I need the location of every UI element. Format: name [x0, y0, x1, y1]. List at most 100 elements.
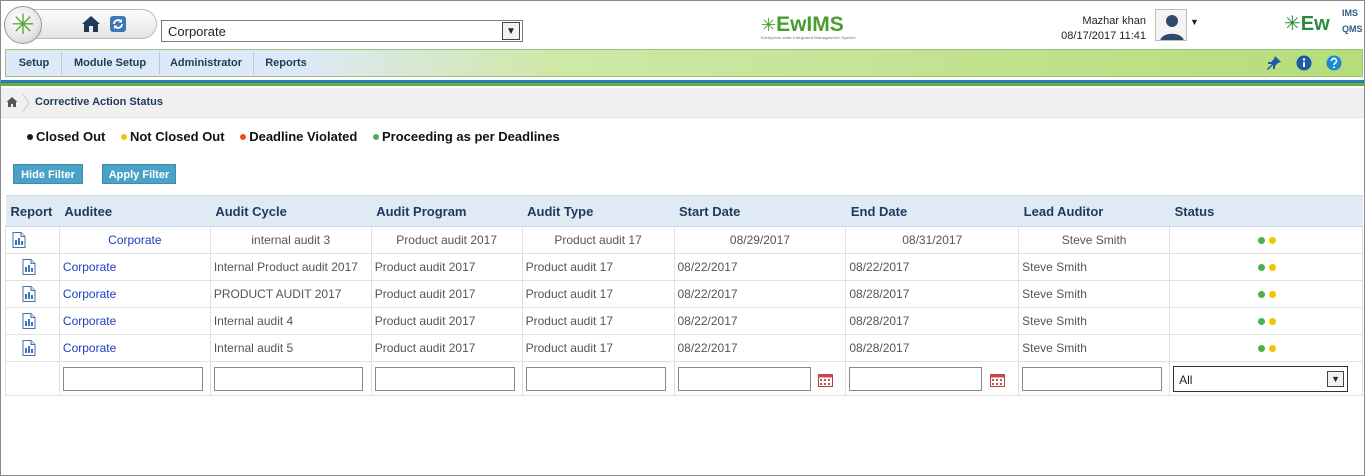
menu-icons	[1266, 55, 1346, 73]
status-cell	[1169, 226, 1363, 254]
app-logo[interactable]: ✳	[4, 6, 42, 44]
start-date-cell: 08/22/2017	[673, 334, 847, 362]
menu-item-administrator[interactable]: Administrator	[162, 50, 250, 76]
audit-program-filter-input[interactable]	[374, 366, 515, 391]
legend-dot-not-closed	[120, 133, 127, 140]
user-silhouette-icon	[1160, 15, 1184, 40]
pin-icon[interactable]	[1266, 55, 1282, 71]
status-dot-green	[1258, 237, 1265, 245]
start-date-calendar-icon[interactable]	[817, 373, 833, 387]
report-cell	[5, 280, 60, 308]
status-dot-yellow	[1269, 345, 1276, 353]
audit-program-cell: Product audit 2017	[370, 334, 523, 362]
col-header-audit-program[interactable]: Audit Program	[371, 195, 523, 227]
filter-cell-auditee	[58, 361, 211, 396]
menu-separator	[61, 52, 62, 74]
status-dot-green	[1258, 318, 1265, 326]
col-header-start-date[interactable]: Start Date	[674, 195, 846, 227]
col-header-audit-type[interactable]: Audit Type	[522, 195, 674, 227]
info-icon[interactable]	[1296, 55, 1312, 71]
user-menu-caret-icon[interactable]: ▼	[1190, 17, 1199, 27]
hide-filter-button[interactable]: Hide Filter	[13, 164, 83, 184]
help-icon[interactable]	[1326, 55, 1342, 71]
logo-star-icon: ✳	[11, 9, 35, 40]
page: ✳ Corporate ▼ ✳EwIMS Enterprise-wide Int…	[0, 0, 1365, 476]
ewims-logo: ✳EwIMS Enterprise-wide Integrated Manage…	[761, 13, 856, 40]
auditee-cell[interactable]: Corporate	[58, 307, 211, 335]
start-date-filter-input[interactable]	[677, 366, 811, 391]
report-cell	[5, 334, 60, 362]
col-header-lead-auditor[interactable]: Lead Auditor	[1018, 195, 1170, 227]
menu-item-reports[interactable]: Reports	[256, 50, 316, 76]
report-icon[interactable]	[22, 286, 36, 302]
organization-select-value: Corporate	[168, 24, 226, 39]
audit-cycle-cell: internal audit 3	[209, 226, 372, 254]
menu-item-module-setup[interactable]: Module Setup	[64, 50, 156, 76]
legend-not-closed-out: Not Closed Out	[120, 129, 225, 144]
organization-select[interactable]: Corporate ▼	[161, 20, 523, 42]
legend-dot-violated	[240, 133, 247, 140]
col-header-auditee[interactable]: Auditee	[59, 195, 211, 227]
audit-cycle-filter-input[interactable]	[213, 366, 363, 391]
legend-proceeding: Proceeding as per Deadlines	[372, 129, 560, 144]
audit-program-cell: Product audit 2017	[370, 253, 523, 281]
menu-separator	[159, 52, 160, 74]
filter-cell-report	[5, 361, 60, 396]
end-date-calendar-icon[interactable]	[989, 373, 1005, 387]
user-name: Mazhar khan	[1082, 15, 1146, 27]
menu-item-setup[interactable]: Setup	[10, 50, 58, 76]
refresh-icon[interactable]	[109, 15, 127, 33]
brand-star-icon: ✳	[761, 15, 777, 35]
report-icon[interactable]	[22, 340, 36, 356]
ewqms-logo: ✳Ew IMS QMS	[1284, 8, 1363, 36]
auditee-cell[interactable]: Corporate	[58, 253, 211, 281]
status-dot-yellow	[1269, 318, 1276, 326]
breadcrumb-home-icon[interactable]	[6, 96, 18, 108]
legend-dot-proceeding	[372, 133, 379, 140]
header: ✳ Corporate ▼ ✳EwIMS Enterprise-wide Int…	[1, 1, 1364, 47]
chevron-down-icon[interactable]: ▼	[502, 22, 520, 40]
end-date-filter-input[interactable]	[849, 366, 983, 391]
report-icon[interactable]	[12, 232, 26, 248]
status-dot-green	[1258, 345, 1265, 353]
apply-filter-button[interactable]: Apply Filter	[102, 164, 176, 184]
auditee-filter-input[interactable]	[62, 366, 203, 391]
filter-cell-audit-type	[521, 361, 675, 396]
status-dot-green	[1258, 291, 1265, 299]
lead-auditor-cell: Steve Smith	[1018, 334, 1171, 362]
auditee-cell[interactable]: Corporate	[58, 280, 211, 308]
status-filter-select[interactable]: All ▼	[1173, 365, 1349, 392]
audit-type-filter-input[interactable]	[525, 366, 666, 391]
filter-cell-audit-program	[370, 361, 523, 396]
col-header-report[interactable]: Report	[5, 195, 60, 227]
report-cell	[5, 226, 60, 254]
status-cell	[1169, 334, 1363, 362]
chevron-down-icon[interactable]: ▼	[1327, 370, 1345, 387]
auditee-cell[interactable]: Corporate	[58, 226, 211, 254]
lead-auditor-filter-input[interactable]	[1022, 366, 1163, 391]
menu-separator	[253, 52, 254, 74]
filter-cell-start-date	[673, 361, 847, 396]
legend-label: Closed Out	[36, 129, 106, 144]
status-legend: Closed Out Not Closed Out Deadline Viola…	[27, 129, 572, 144]
legend-label: Deadline Violated	[249, 129, 358, 144]
audit-cycle-cell: Internal Product audit 2017	[209, 253, 372, 281]
report-cell	[5, 253, 60, 281]
col-header-audit-cycle[interactable]: Audit Cycle	[210, 195, 372, 227]
report-icon[interactable]	[22, 313, 36, 329]
brand-right-ims: IMS	[1342, 8, 1359, 18]
home-icon[interactable]	[81, 14, 101, 34]
audit-type-cell: Product audit 17	[521, 334, 675, 362]
report-icon[interactable]	[22, 259, 36, 275]
brand-center-text: EwIMS	[776, 13, 844, 36]
lead-auditor-cell: Steve Smith	[1018, 280, 1171, 308]
legend-dot-closed	[27, 133, 33, 140]
col-header-status[interactable]: Status	[1169, 195, 1363, 227]
status-dot-yellow	[1269, 291, 1276, 299]
col-header-end-date[interactable]: End Date	[845, 195, 1019, 227]
start-date-cell: 08/22/2017	[673, 253, 847, 281]
avatar[interactable]	[1155, 9, 1187, 41]
lead-auditor-cell: Steve Smith	[1018, 253, 1171, 281]
auditee-cell[interactable]: Corporate	[58, 334, 211, 362]
table-header-row: Report Auditee Audit Cycle Audit Program…	[5, 195, 1363, 227]
